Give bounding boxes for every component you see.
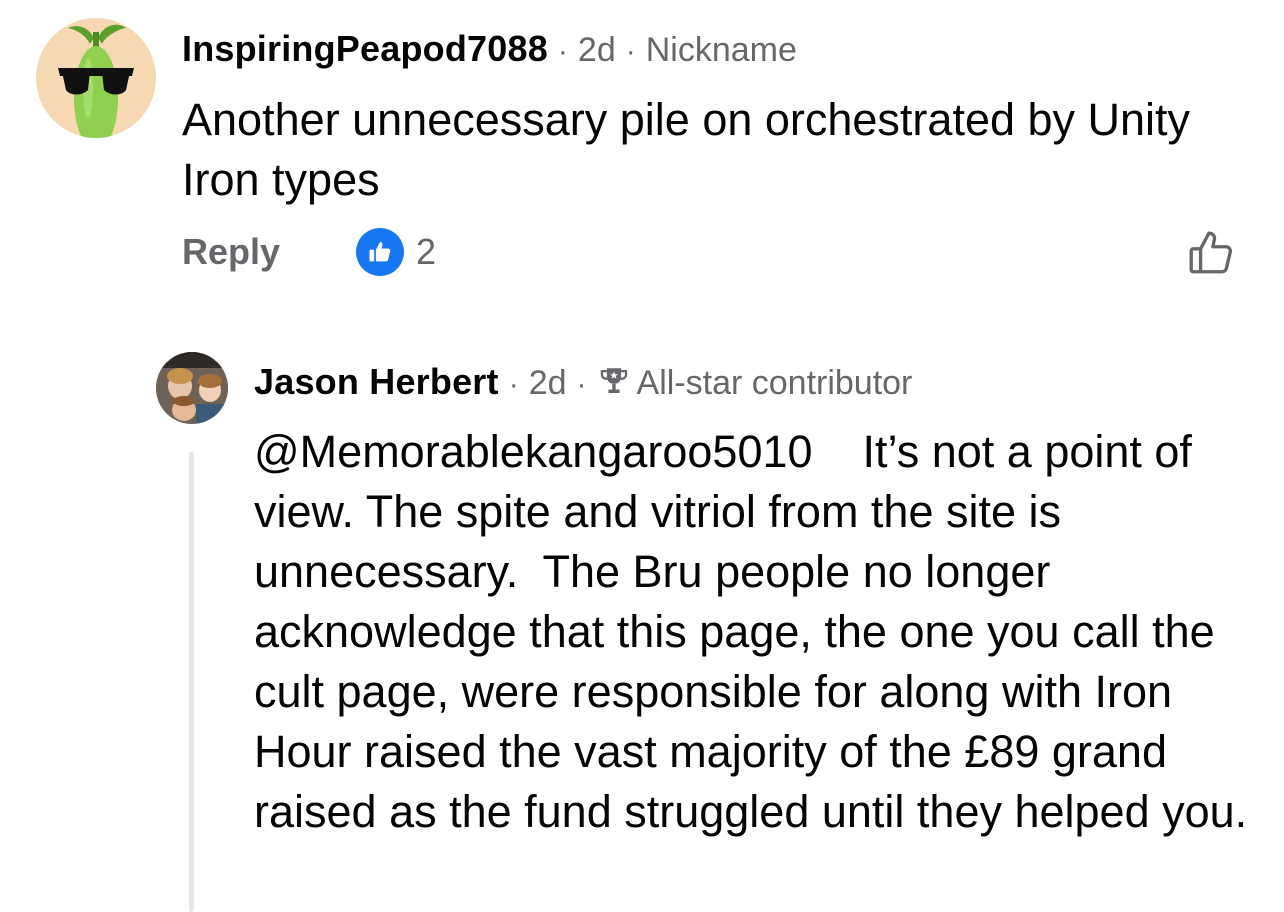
- trophy-icon: [597, 364, 631, 398]
- reply-body: It’s not a point of view. The spite and …: [254, 426, 1248, 837]
- profile-photo-icon: [156, 352, 228, 424]
- comment-header: InspiringPeapod7088 · 2d · Nickname: [182, 28, 797, 80]
- reply-button[interactable]: Reply: [182, 231, 280, 273]
- separator-dot: ·: [576, 368, 587, 401]
- reply-age[interactable]: 2d: [529, 364, 567, 403]
- like-button[interactable]: [1186, 228, 1236, 278]
- mention-link[interactable]: @Memorablekangaroo5010: [254, 426, 813, 477]
- all-star-badge: All-star contributor: [636, 364, 913, 402]
- separator-dot: ·: [625, 35, 636, 68]
- reaction-count[interactable]: 2: [416, 231, 436, 273]
- comment-author[interactable]: InspiringPeapod7088: [182, 28, 548, 70]
- comment-age[interactable]: 2d: [578, 31, 616, 70]
- mention-spacer: [813, 426, 863, 477]
- separator-dot: ·: [557, 35, 568, 68]
- nickname-badge: Nickname: [645, 31, 797, 69]
- reply-author[interactable]: Jason Herbert: [254, 361, 499, 403]
- thread-line: [189, 452, 194, 912]
- comment-text: Another unnecessary pile on orchestrated…: [182, 94, 1191, 205]
- separator-dot: ·: [508, 368, 519, 401]
- comment-actions: Reply 2: [182, 226, 436, 278]
- avatar-inspiringpeapod[interactable]: [36, 18, 156, 138]
- reply-header: Jason Herbert · 2d · All-star contributo…: [254, 360, 912, 412]
- thumbs-up-icon[interactable]: [356, 228, 405, 276]
- reply-text: @Memorablekangaroo5010 It’s not a point …: [254, 422, 1264, 842]
- avatar-jason-herbert[interactable]: [156, 352, 228, 424]
- thumbs-up-outline-icon: [1189, 231, 1233, 274]
- peapod-avatar-icon: [58, 24, 134, 138]
